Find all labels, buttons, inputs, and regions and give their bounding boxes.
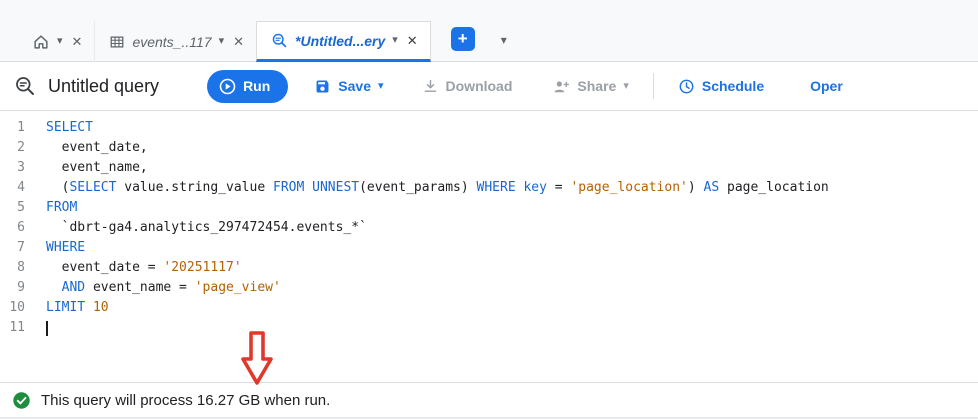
code-text	[46, 318, 48, 338]
code-lines: 1 SELECT 2 event_date, 3 event_name, 4 (SELE…	[0, 118, 978, 338]
line-number: 1	[17, 120, 25, 135]
download-button-label: Download	[445, 78, 513, 94]
schedule-button[interactable]: Schedule	[678, 78, 764, 95]
code-line[interactable]: 7 WHERE	[0, 238, 978, 258]
success-check-icon	[12, 391, 31, 410]
bigquery-editor-page: ▾ ✕ events_..117 ▾ ✕ *Untitled...ery ▾ ✕…	[0, 0, 978, 419]
line-number: 7	[17, 240, 25, 255]
line-number: 3	[17, 160, 25, 175]
close-tab-icon[interactable]: ✕	[405, 32, 420, 49]
save-button[interactable]: Save ▾	[314, 78, 384, 95]
code-text: event_date,	[46, 140, 148, 155]
chevron-down-icon: ▾	[377, 79, 384, 92]
code-text: AND event_name = 'page_view'	[61, 280, 281, 295]
chevron-down-icon: ▾	[623, 79, 629, 92]
person-add-icon	[552, 78, 570, 95]
open-button[interactable]: Oper	[810, 78, 843, 94]
code-line[interactable]: 4 (SELECT value.string_value FROM UNNEST…	[0, 178, 978, 198]
code-line[interactable]: 6 `dbrt-ga4.analytics_297472454.events_*…	[0, 218, 978, 238]
share-button-label: Share	[577, 78, 617, 94]
code-text: WHERE	[46, 240, 86, 255]
play-icon	[219, 78, 236, 95]
run-button[interactable]: Run	[207, 69, 289, 103]
code-text: (SELECT value.string_value FROM UNNEST(e…	[46, 180, 829, 195]
code-text: LIMIT 10	[46, 300, 109, 315]
line-number: 2	[17, 140, 25, 155]
code-text: SELECT	[46, 120, 93, 135]
line-number: 8	[17, 260, 25, 275]
tab-untitled-query[interactable]: *Untitled...ery ▾ ✕	[256, 21, 431, 62]
close-tab-icon[interactable]: ✕	[231, 33, 246, 50]
code-line[interactable]: 3 event_name,	[0, 158, 978, 178]
code-line[interactable]: 2 event_date,	[0, 138, 978, 158]
tab-label: events_..117	[132, 33, 212, 50]
tab-home[interactable]: ▾ ✕	[18, 21, 94, 62]
query-icon	[271, 32, 288, 49]
code-text: FROM	[46, 200, 78, 215]
code-line[interactable]: 10 LIMIT 10	[0, 298, 978, 318]
tab-label: *Untitled...ery	[295, 32, 386, 49]
line-number: 5	[17, 200, 25, 215]
code-line[interactable]: 11	[0, 318, 978, 338]
chevron-down-icon[interactable]: ▾	[57, 36, 63, 47]
run-button-label: Run	[243, 78, 271, 94]
open-button-label: Oper	[810, 78, 843, 94]
line-number: 9	[17, 280, 25, 295]
code-text: `dbrt-ga4.analytics_297472454.events_*`	[46, 220, 367, 235]
line-number: 11	[9, 320, 25, 335]
status-bar: This query will process 16.27 GB when ru…	[0, 382, 978, 419]
code-text: event_date = '20251117'	[46, 260, 242, 275]
tab-overflow-chevron-icon[interactable]: ▾	[501, 33, 507, 47]
tab-bar: ▾ ✕ events_..117 ▾ ✕ *Untitled...ery ▾ ✕…	[0, 0, 978, 62]
line-number: 10	[9, 300, 25, 315]
page-title: Untitled query	[48, 75, 160, 96]
code-line[interactable]: 5 FROM	[0, 198, 978, 218]
line-number: 6	[17, 220, 25, 235]
close-tab-icon[interactable]: ✕	[70, 33, 85, 50]
text-cursor	[46, 321, 48, 336]
home-icon	[32, 33, 50, 51]
line-number: 4	[17, 180, 25, 195]
download-button[interactable]: Download	[422, 78, 513, 95]
code-line[interactable]: 9 AND event_name = 'page_view'	[0, 278, 978, 298]
chevron-down-icon[interactable]: ▾	[392, 35, 398, 46]
share-button[interactable]: Share ▾	[552, 78, 629, 95]
sql-editor[interactable]: 1 SELECT 2 event_date, 3 event_name, 4 (SELE…	[0, 111, 978, 382]
query-compose-icon	[14, 75, 36, 97]
query-toolbar: Untitled query Run Save ▾ Download Share…	[0, 62, 978, 111]
save-button-label: Save	[338, 78, 371, 94]
code-line[interactable]: 1 SELECT	[0, 118, 978, 138]
schedule-button-label: Schedule	[701, 78, 765, 94]
clock-icon	[678, 78, 695, 95]
code-line[interactable]: 8 event_date = '20251117'	[0, 258, 978, 278]
code-text: event_name,	[46, 160, 148, 175]
save-icon	[314, 78, 331, 95]
tab-events-table[interactable]: events_..117 ▾ ✕	[94, 21, 256, 62]
toolbar-divider	[652, 73, 654, 99]
download-icon	[422, 78, 439, 95]
table-icon	[109, 34, 125, 50]
new-tab-button[interactable]: +	[450, 27, 475, 51]
chevron-down-icon[interactable]: ▾	[219, 36, 225, 47]
query-estimate-message: This query will process 16.27 GB when ru…	[41, 391, 331, 409]
